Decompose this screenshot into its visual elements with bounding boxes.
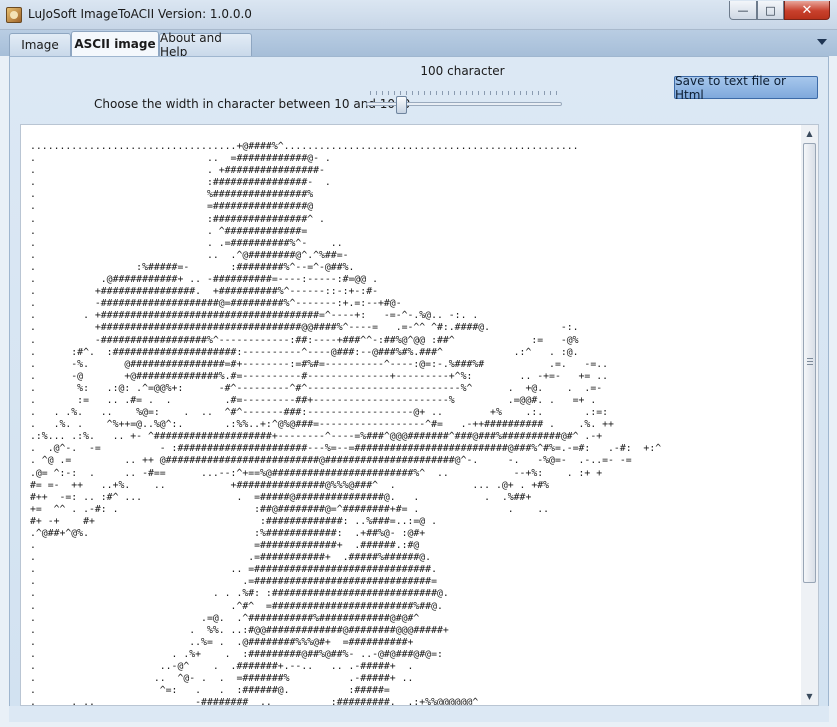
window-title: LuJoSoft ImageToACII Version: 1.0.0.0 (28, 7, 252, 21)
save-to-file-button[interactable]: Save to text file or Html (674, 74, 818, 102)
ascii-art-text: ...................................+@###… (30, 141, 662, 706)
title-bar: LuJoSoft ImageToACII Version: 1.0.0.0 — … (0, 0, 837, 30)
app-icon (6, 7, 22, 23)
tab-ascii-image[interactable]: ASCII image (71, 31, 159, 56)
scroll-up-icon[interactable]: ▲ (801, 125, 818, 142)
ascii-output-area[interactable]: ...................................+@###… (20, 124, 819, 706)
scroll-down-icon[interactable]: ▼ (801, 688, 818, 705)
tab-bar: Image ASCII image About and Help (0, 30, 837, 59)
close-button[interactable]: ✕ (784, 1, 830, 20)
scroll-thumb[interactable] (803, 143, 816, 583)
width-label: Choose the width in character between 10… (94, 97, 411, 111)
tab-about-and-help[interactable]: About and Help (159, 31, 252, 59)
slider-ticks (370, 91, 558, 95)
vertical-scrollbar[interactable]: ▲ ▼ (801, 125, 818, 705)
tab-image[interactable]: Image (9, 33, 71, 56)
width-slider[interactable] (366, 90, 562, 116)
character-count-label: 100 character (420, 64, 505, 78)
minimize-button[interactable]: — (729, 1, 757, 20)
scroll-grip-icon (807, 358, 813, 366)
maximize-button[interactable]: □ (757, 1, 784, 20)
tab-dropdown-icon[interactable] (817, 39, 827, 45)
slider-thumb[interactable] (396, 96, 407, 114)
panel-bottom-strip (9, 706, 829, 722)
